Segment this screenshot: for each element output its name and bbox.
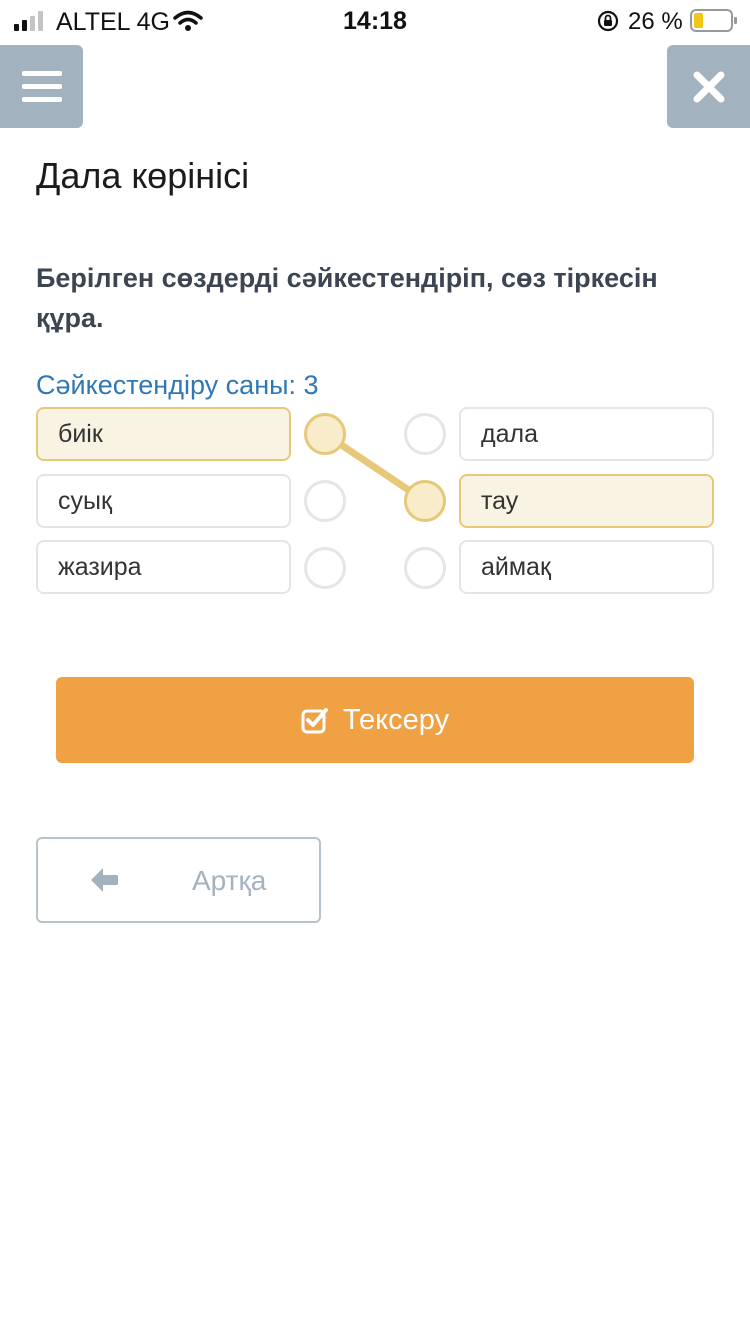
- left-connector-2[interactable]: [304, 480, 346, 522]
- battery-icon: [690, 9, 737, 32]
- left-item-label: биік: [58, 419, 103, 448]
- hamburger-menu-icon: [21, 70, 62, 102]
- right-item-label: тау: [481, 486, 519, 515]
- right-connector-1[interactable]: [404, 413, 446, 455]
- left-item-2[interactable]: суық: [36, 474, 291, 528]
- connection-lines: [321, 430, 429, 505]
- close-button[interactable]: [667, 45, 750, 128]
- right-item-1[interactable]: дала: [459, 407, 714, 461]
- back-button[interactable]: Артқа: [36, 837, 321, 923]
- left-item-label: суық: [58, 486, 112, 515]
- close-icon: [693, 71, 724, 102]
- right-item-label: дала: [481, 419, 538, 448]
- left-item-1[interactable]: биік: [36, 407, 291, 461]
- check-square-icon: [301, 708, 328, 734]
- back-button-label: Артқа: [192, 865, 267, 896]
- battery-percent: 26 %: [628, 8, 683, 35]
- right-connector-3[interactable]: [404, 547, 446, 589]
- page-title: Дала көрінісі: [36, 155, 250, 196]
- task-instruction: Берілген сөздерді сәйкестендіріп, сөз ті…: [36, 263, 658, 333]
- check-button[interactable]: Тексеру: [56, 677, 694, 763]
- menu-button[interactable]: [0, 45, 83, 128]
- check-button-label: Тексеру: [342, 703, 450, 736]
- left-connector-3[interactable]: [304, 547, 346, 589]
- left-item-3[interactable]: жазира: [36, 540, 291, 594]
- right-item-2[interactable]: тау: [459, 474, 714, 528]
- status-bar: ALTEL 4G 14:18 26 %: [0, 0, 750, 42]
- left-connector-1[interactable]: [304, 413, 346, 455]
- right-item-label: аймақ: [481, 552, 551, 581]
- rotation-lock-icon: [597, 10, 619, 32]
- match-count-label: Сәйкестендіру саны: 3: [36, 370, 319, 400]
- arrow-left-icon: [91, 868, 118, 892]
- right-item-3[interactable]: аймақ: [459, 540, 714, 594]
- left-item-label: жазира: [58, 552, 142, 581]
- right-connector-2[interactable]: [404, 480, 446, 522]
